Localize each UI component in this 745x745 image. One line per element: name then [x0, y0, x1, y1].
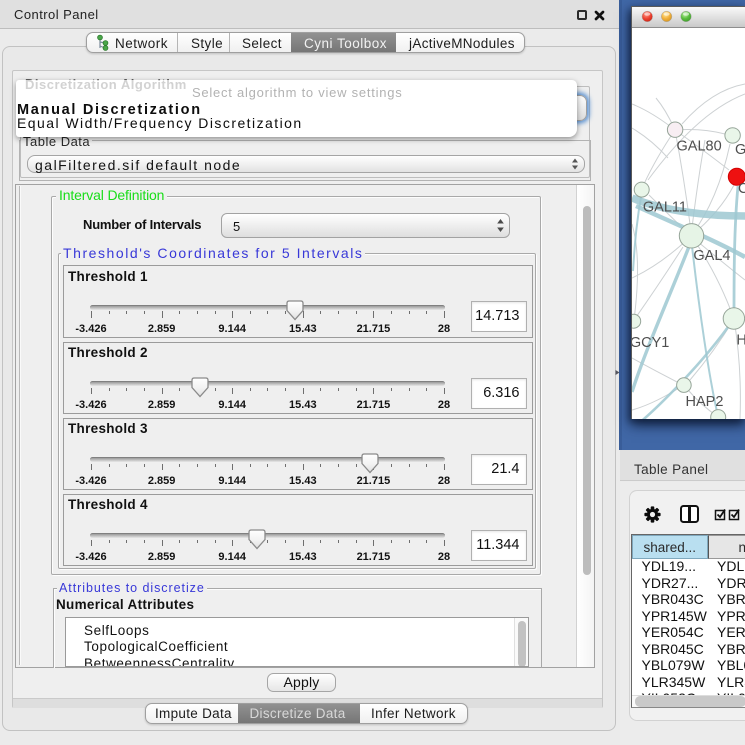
svg-text:GCY1: GCY1 — [632, 335, 669, 351]
svg-text:H: H — [736, 333, 745, 349]
svg-text:HAP2: HAP2 — [686, 394, 724, 410]
svg-text:GAL4: GAL4 — [693, 248, 730, 264]
svg-text:GAL11: GAL11 — [643, 200, 687, 216]
svg-text:C: C — [738, 181, 745, 197]
svg-text:GA: GA — [735, 142, 745, 158]
svg-text:GAL80: GAL80 — [677, 139, 722, 155]
